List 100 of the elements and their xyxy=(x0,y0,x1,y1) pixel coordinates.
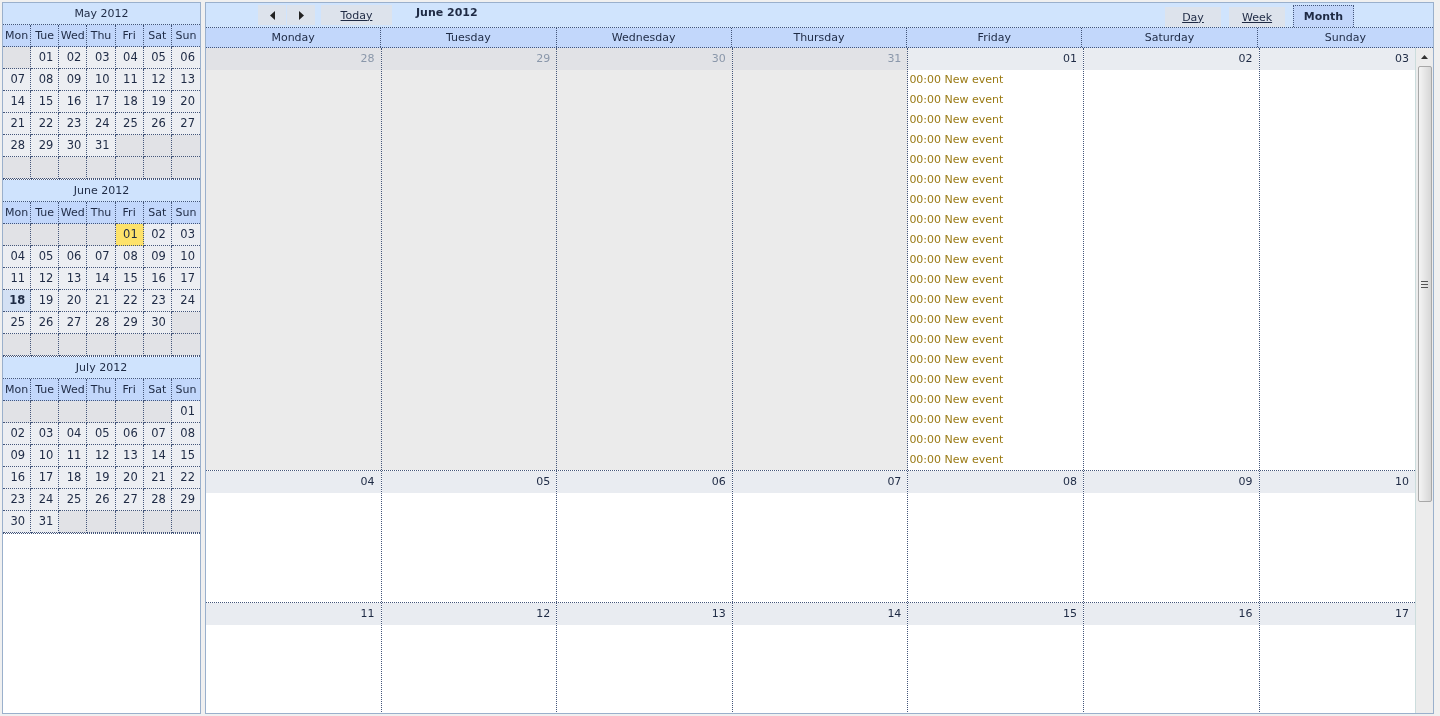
day-cell[interactable]: 26 xyxy=(31,312,60,334)
day-cell[interactable]: 04 xyxy=(206,471,382,602)
day-cell[interactable] xyxy=(908,48,1084,470)
day-cell[interactable]: 21 xyxy=(3,113,32,135)
day-cell[interactable]: 22 xyxy=(31,113,60,135)
day-cell[interactable]: 29 xyxy=(31,135,60,157)
event-item[interactable]: 00:00 New event xyxy=(908,210,1083,230)
day-cell[interactable]: 02 xyxy=(3,423,32,445)
day-cell[interactable]: 11 xyxy=(3,268,32,290)
event-item[interactable]: 00:00 New event xyxy=(908,190,1083,210)
day-cell[interactable]: 27 xyxy=(171,113,200,135)
day-cell[interactable]: 12 xyxy=(87,445,116,467)
day-cell[interactable]: 01 xyxy=(115,224,144,246)
day-cell[interactable]: 04 xyxy=(115,47,144,69)
day-cell[interactable]: 14 xyxy=(3,91,32,113)
day-cell[interactable]: 07 xyxy=(143,423,172,445)
day-cell[interactable]: 15 xyxy=(171,445,200,467)
day-cell[interactable]: 18 xyxy=(115,91,144,113)
day-cell[interactable]: 05 xyxy=(87,423,116,445)
day-cell[interactable]: 07 xyxy=(87,246,116,268)
day-cell[interactable]: 26 xyxy=(87,489,116,511)
view-tab[interactable]: Week xyxy=(1229,7,1285,27)
day-cell[interactable]: 28 xyxy=(87,312,116,334)
day-cell[interactable]: 03 xyxy=(171,224,200,246)
day-cell[interactable]: 25 xyxy=(59,489,88,511)
event-item[interactable]: 00:00 New event xyxy=(908,310,1083,330)
day-cell[interactable]: 14 xyxy=(732,603,909,713)
day-cell[interactable]: 01 xyxy=(31,47,60,69)
day-cell[interactable]: 16 xyxy=(59,91,88,113)
day-cell[interactable]: 31 xyxy=(87,135,116,157)
day-cell[interactable]: 05 xyxy=(381,471,558,602)
day-cell[interactable]: 13 xyxy=(115,445,144,467)
day-cell[interactable]: 14 xyxy=(143,445,172,467)
event-item[interactable]: 00:00 New event xyxy=(908,70,1083,90)
event-item[interactable]: 00:00 New event xyxy=(908,390,1083,410)
up-arrow-icon[interactable] xyxy=(1421,54,1428,59)
day-cell[interactable]: 19 xyxy=(31,290,60,312)
day-cell[interactable]: 28 xyxy=(3,135,32,157)
day-cell[interactable]: 30 xyxy=(143,312,172,334)
day-cell[interactable]: 01 xyxy=(171,401,200,423)
day-cell[interactable]: 18 xyxy=(59,467,88,489)
day-cell[interactable]: 09 xyxy=(59,69,88,91)
day-cell[interactable]: 18 xyxy=(3,290,32,312)
day-cell[interactable]: 06 xyxy=(59,246,88,268)
event-item[interactable]: 00:00 New event xyxy=(908,410,1083,430)
day-cell[interactable]: 07 xyxy=(732,471,909,602)
day-cell[interactable]: 23 xyxy=(3,489,32,511)
day-cell[interactable]: 12 xyxy=(31,268,60,290)
day-cell[interactable]: 30 xyxy=(59,135,88,157)
day-cell[interactable]: 13 xyxy=(171,69,200,91)
day-cell[interactable]: 13 xyxy=(59,268,88,290)
day-cell[interactable]: 21 xyxy=(143,467,172,489)
event-item[interactable]: 00:00 New event xyxy=(908,270,1083,290)
day-cell[interactable]: 10 xyxy=(87,69,116,91)
day-cell[interactable]: 23 xyxy=(143,290,172,312)
event-item[interactable]: 00:00 New event xyxy=(908,170,1083,190)
event-item[interactable]: 00:00 New event xyxy=(908,450,1083,470)
day-cell[interactable]: 02 xyxy=(143,224,172,246)
day-cell[interactable]: 21 xyxy=(87,290,116,312)
today-button[interactable]: Today xyxy=(321,5,392,25)
day-cell[interactable]: 17 xyxy=(171,268,200,290)
day-cell[interactable]: 25 xyxy=(3,312,32,334)
event-item[interactable]: 00:00 New event xyxy=(908,150,1083,170)
day-cell[interactable]: 04 xyxy=(3,246,32,268)
day-cell[interactable]: 20 xyxy=(115,467,144,489)
day-cell[interactable]: 16 xyxy=(1083,603,1260,713)
day-cell[interactable]: 29 xyxy=(171,489,200,511)
day-cell[interactable]: 09 xyxy=(3,445,32,467)
day-cell[interactable]: 08 xyxy=(115,246,144,268)
event-item[interactable]: 00:00 New event xyxy=(908,130,1083,150)
event-item[interactable]: 00:00 New event xyxy=(908,370,1083,390)
day-cell[interactable]: 15 xyxy=(31,91,60,113)
day-cell[interactable]: 11 xyxy=(206,603,382,713)
day-cell[interactable]: 11 xyxy=(59,445,88,467)
day-cell[interactable]: 22 xyxy=(171,467,200,489)
day-cell[interactable]: 24 xyxy=(87,113,116,135)
day-cell[interactable]: 24 xyxy=(31,489,60,511)
day-cell[interactable]: 22 xyxy=(115,290,144,312)
day-cell[interactable]: 03 xyxy=(87,47,116,69)
day-cell[interactable]: 02 xyxy=(1083,48,1260,470)
day-cell[interactable]: 09 xyxy=(143,246,172,268)
day-cell[interactable]: 16 xyxy=(3,467,32,489)
day-cell[interactable]: 12 xyxy=(143,69,172,91)
previous-button[interactable] xyxy=(258,5,286,25)
view-tab[interactable]: Month xyxy=(1293,5,1354,27)
day-cell[interactable]: 27 xyxy=(59,312,88,334)
day-cell[interactable]: 17 xyxy=(87,91,116,113)
day-cell[interactable]: 25 xyxy=(115,113,144,135)
day-cell[interactable]: 27 xyxy=(115,489,144,511)
day-cell[interactable]: 06 xyxy=(557,471,733,602)
next-button[interactable] xyxy=(287,5,315,25)
day-cell[interactable]: 26 xyxy=(143,113,172,135)
event-item[interactable]: 00:00 New event xyxy=(908,290,1083,310)
day-cell[interactable]: 17 xyxy=(31,467,60,489)
day-cell[interactable]: 14 xyxy=(87,268,116,290)
event-item[interactable]: 00:00 New event xyxy=(908,430,1083,450)
day-cell[interactable]: 10 xyxy=(31,445,60,467)
day-cell[interactable]: 31 xyxy=(31,511,60,533)
event-item[interactable]: 00:00 New event xyxy=(908,350,1083,370)
event-item[interactable]: 00:00 New event xyxy=(908,90,1083,110)
